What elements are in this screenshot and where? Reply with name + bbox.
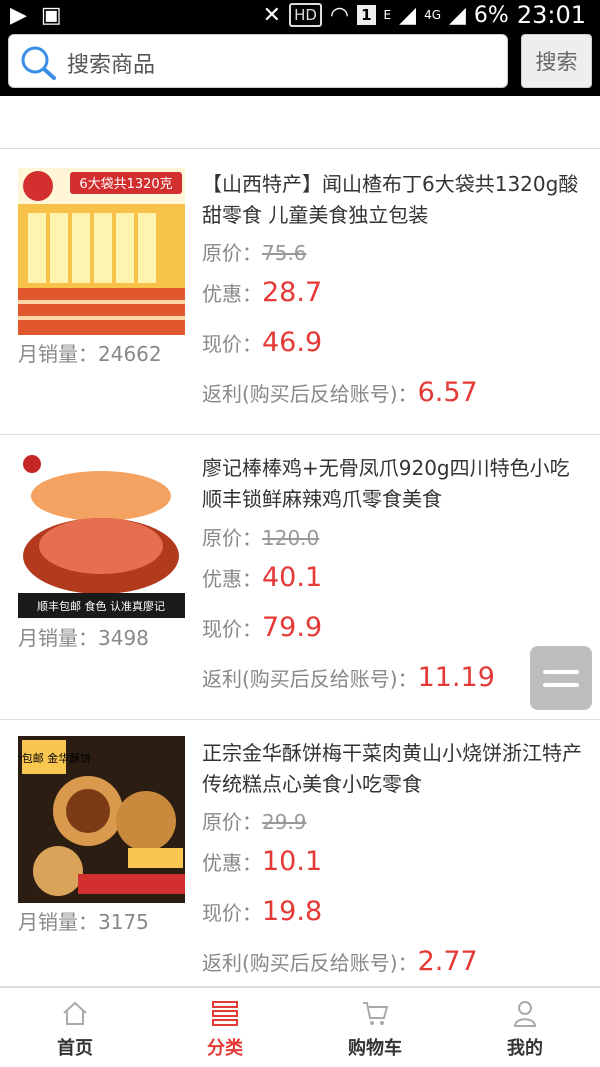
product-thumbnail[interactable]: 顺丰包邮 食色 认准真廖记 [18,451,185,618]
e-indicator: E [383,8,392,22]
mute-icon: ✕ [262,2,282,28]
current-price: 现价：79.9 [202,612,323,643]
discount: 优惠：40.1 [202,562,323,593]
cart-icon [363,1002,389,1025]
category-icon [212,1001,238,1026]
current-price: 现价：46.9 [202,327,323,358]
menu-line [543,669,579,674]
product-title[interactable]: 【山西特产】闻山楂布丁6大袋共1320g酸甜零食 儿童美食独立包装 [202,169,586,231]
original-price: 原价：75.6 [202,241,307,265]
tab-home[interactable]: 首页 [25,998,125,1060]
monthly-sales: 月销量：3175 [18,910,149,934]
discount: 优惠：10.1 [202,846,323,877]
status-bar: ▶ ▣ ✕ HD ◠ 1 E ◢ 4G ◢ 6% 23:01 [0,0,600,30]
image-icon: ▣ [40,3,62,28]
current-price: 现价：19.8 [202,896,323,927]
thumbnail-caption: 顺丰包邮 食色 认准真廖记 [37,599,165,613]
product-title[interactable]: 廖记棒棒鸡+无骨凤爪920g四川特色小吃顺丰锁鲜麻辣鸡爪零食美食 [202,453,586,515]
discount: 优惠：28.7 [202,277,323,308]
menu-line [543,682,579,687]
home-icon [63,1001,87,1025]
search-bar: 搜索商品 搜索 [0,30,600,96]
user-icon [513,1001,537,1027]
thumbnail-caption: 6大袋共1320克 [79,177,172,192]
original-price: 原价：120.0 [202,526,320,550]
signal-icon: ◢ [399,2,417,28]
monthly-sales: 月销量：3498 [18,626,149,650]
product-item[interactable]: 40个包邮 金华酥饼 月销量：3175 正宗金华酥饼梅干菜肉黄山小烧饼浙江特产传… [0,719,600,987]
play-icon: ▶ [10,3,27,28]
clock: 23:01 [516,1,586,29]
signal-icon: ◢ [449,2,466,28]
network-indicator: 4G [424,8,441,22]
rebate: 返利(购买后反给账号)：11.19 [202,662,495,693]
product-title[interactable]: 正宗金华酥饼梅干菜肉黄山小烧饼浙江特产传统糕点心美食小吃零食 [202,738,586,800]
search-icon [21,46,56,80]
wifi-icon: ◠ [329,2,350,28]
tab-profile[interactable]: 我的 [475,998,575,1060]
monthly-sales: 月销量：24662 [18,342,162,366]
search-placeholder: 搜索商品 [67,53,156,78]
search-button[interactable]: 搜索 [521,34,592,88]
hd-badge: HD [289,3,322,27]
rebate: 返利(购买后反给账号)：2.77 [202,946,478,977]
product-thumbnail[interactable]: 40个包邮 金华酥饼 [18,736,185,903]
bottom-tab-bar: 首页 分类 购物车 我的 [0,987,600,1067]
sim-badge: 1 [357,5,376,25]
tab-cart[interactable]: 购物车 [325,998,425,1060]
product-item[interactable]: 6大袋共1320克 月销量：24662 【山西特产】闻山楂布丁6大袋共1320g… [0,148,600,435]
thumbnail-caption: 40个包邮 金华酥饼 [18,751,91,765]
product-thumbnail[interactable]: 6大袋共1320克 [18,168,185,335]
product-item[interactable]: 顺丰包邮 食色 认准真廖记 月销量：3498 廖记棒棒鸡+无骨凤爪920g四川特… [0,434,600,720]
search-input[interactable]: 搜索商品 [8,34,508,88]
rebate: 返利(购买后反给账号)：6.57 [202,377,478,408]
original-price: 原价：29.9 [202,810,307,834]
tab-category[interactable]: 分类 [175,998,275,1060]
floating-menu-button[interactable] [530,646,592,710]
battery-level: 6% [473,2,509,28]
